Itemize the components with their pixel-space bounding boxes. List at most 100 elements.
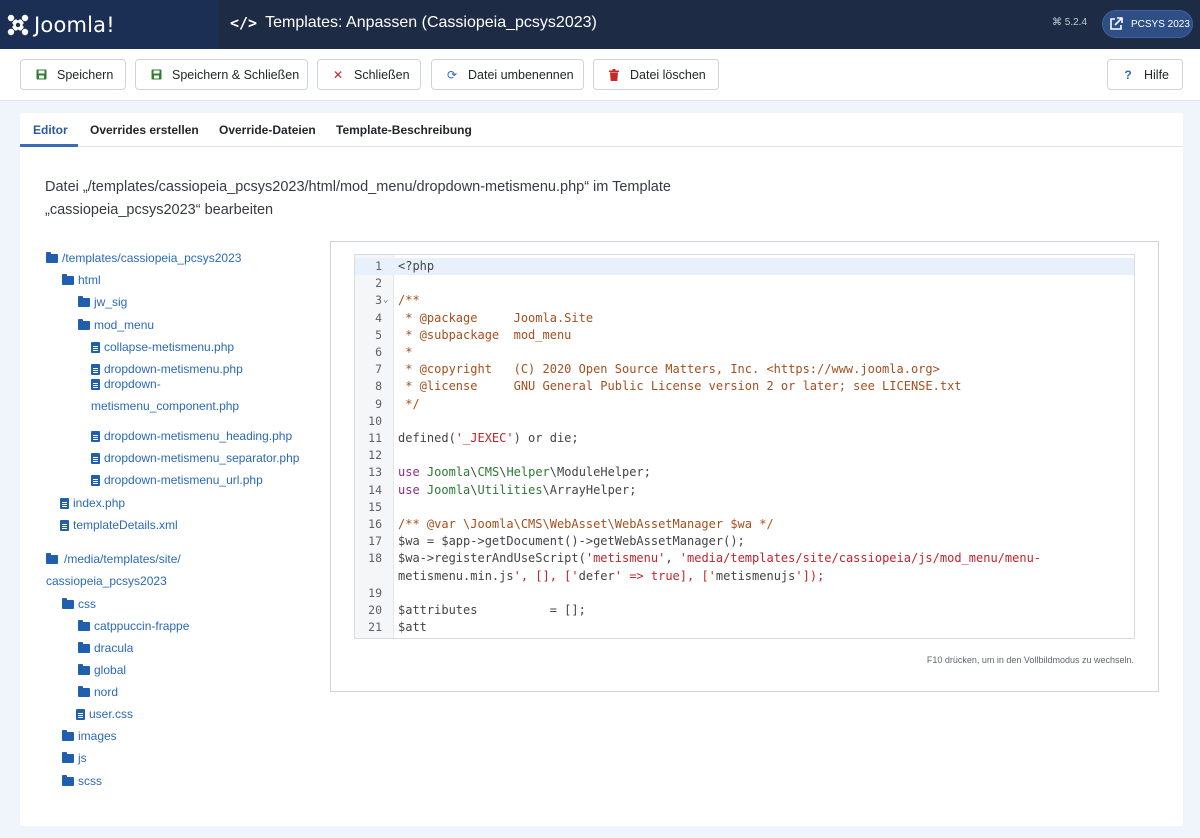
code-line[interactable]: 14 use Joomla\Utilities\ArrayHelper; [355, 482, 1134, 499]
tree-file[interactable]: dropdown- metismenu_component.php [91, 373, 239, 417]
line-number: 6 [375, 345, 382, 359]
rename-file-button[interactable]: ⟳ Datei umbenennen [431, 59, 584, 90]
close-icon: ✕ [332, 67, 344, 82]
code-text: use Joomla\Utilities\ArrayHelper; [398, 482, 637, 497]
code-line[interactable]: 13 use Joomla\CMS\Helper\ModuleHelper; [355, 464, 1134, 481]
code-line[interactable]: 4 * @package Joomla.Site [355, 310, 1134, 327]
joomla-logo[interactable]: Joomla! [0, 0, 218, 49]
tab-overrides-create[interactable]: Overrides erstellen [90, 123, 199, 137]
toolbar: Speichern Speichern & Schließen ✕ Schlie… [0, 49, 1200, 101]
tree-folder[interactable]: images [62, 729, 117, 743]
code-line[interactable]: 6 * [355, 344, 1134, 361]
code-text: $att [398, 620, 427, 635]
line-number: 19 [368, 585, 382, 600]
line-number: 18 [368, 551, 382, 566]
site-link-button[interactable]: PCSYS 2023 [1102, 10, 1193, 38]
tree-file[interactable]: dropdown-metismenu_separator.php [91, 451, 299, 465]
code-text: * @license GNU General Public License ve… [398, 379, 962, 394]
question-icon: ? [1124, 67, 1132, 82]
editor-container: 1 <?php 2 3 ⌄/** 4 * @package Joomla.Site 5 * … [330, 241, 1159, 692]
tree-label: index.php [73, 496, 126, 510]
tree-folder[interactable]: jw_sig [78, 295, 127, 309]
tree-folder[interactable]: html [62, 273, 101, 287]
file-icon [60, 519, 69, 531]
tree-folder[interactable]: /media/templates/site/ cassiopeia_pcsys2… [46, 548, 181, 592]
code-line[interactable]: 16 /** @var \Joomla\CMS\WebAsset\WebAsset… [355, 516, 1134, 533]
tree-label: html [78, 273, 101, 287]
folder-icon [62, 729, 74, 741]
save-label: Speichern [57, 67, 114, 82]
tree-file[interactable]: index.php [60, 496, 125, 510]
code-line[interactable]: 9 */ [355, 396, 1134, 413]
trash-icon [608, 68, 620, 81]
close-label: Schließen [354, 67, 410, 82]
code-line[interactable]: 18 $wa->registerAndUseScript('metismenu',… [355, 550, 1134, 567]
code-editor[interactable]: 1 <?php 2 3 ⌄/** 4 * @package Joomla.Site 5 * … [354, 254, 1135, 639]
joomla-logo-icon [7, 14, 29, 35]
tree-file[interactable]: dropdown-metismenu_heading.php [91, 429, 292, 443]
tree-folder[interactable]: nord [78, 685, 118, 699]
page-title: </> Templates: Anpassen (Cassiopeia_pcsy… [230, 14, 597, 32]
fold-chevron-icon[interactable]: ⌄ [383, 292, 388, 309]
code-line[interactable]: 8 * @license GNU General Public License … [355, 378, 1134, 395]
tree-folder[interactable]: js [62, 751, 87, 765]
code-line[interactable]: 21 $att [355, 619, 1134, 636]
code-line[interactable]: 15 [355, 499, 1134, 516]
code-line[interactable]: 7 * @copyright (C) 2020 Open Source Matt… [355, 361, 1134, 378]
code-line[interactable]: ributes['class'] = 'mod-menu mod-menu_dr… [355, 636, 1134, 638]
tab-editor[interactable]: Editor [33, 123, 68, 137]
help-button[interactable]: ? Hilfe [1107, 59, 1183, 90]
line-number: 11 [368, 431, 382, 445]
save-button[interactable]: Speichern [20, 59, 126, 90]
code-line[interactable]: 11 defined('_JEXEC') or die; [355, 430, 1134, 447]
save-close-button[interactable]: Speichern & Schließen [135, 59, 308, 90]
file-icon [91, 452, 100, 464]
line-number: 21 [368, 620, 382, 635]
code-line[interactable]: 12 [355, 447, 1134, 464]
floppy-disk-icon [35, 69, 47, 80]
code-line[interactable]: 20 $attributes = []; [355, 602, 1134, 619]
folder-icon [78, 295, 90, 307]
tree-label: scss [78, 774, 102, 788]
folder-icon [62, 751, 74, 763]
tab-override-files[interactable]: Override-Dateien [219, 123, 316, 137]
tree-file[interactable]: dropdown-metismenu_url.php [91, 473, 263, 487]
tree-folder[interactable]: dracula [78, 641, 133, 655]
folder-icon [46, 251, 58, 263]
tree-label: collapse-metismenu.php [104, 340, 235, 354]
tree-folder[interactable]: css [62, 597, 96, 611]
line-number: 1 [375, 259, 382, 273]
line-number: 12 [368, 448, 382, 463]
file-icon [76, 708, 85, 720]
code-line[interactable]: 5 * @subpackage mod_menu [355, 327, 1134, 344]
tree-folder[interactable]: scss [62, 774, 102, 788]
tree-folder[interactable]: mod_menu [78, 318, 154, 332]
code-line[interactable]: 1 <?php [355, 258, 1134, 276]
site-link-label: PCSYS 2023 [1131, 18, 1190, 30]
code-line[interactable]: 2 [355, 275, 1134, 292]
code-text: $wa = $app->getDocument()->getWebAssetMa… [398, 534, 745, 549]
code-line[interactable]: 3 ⌄ /** [355, 292, 1134, 309]
tree-folder[interactable]: /templates/cassiopeia_pcsys2023 [46, 251, 241, 265]
tree-label: dropdown-metismenu_heading.php [104, 429, 293, 443]
tree-file[interactable]: templateDetails.xml [60, 518, 178, 532]
tree-label: dracula [94, 641, 134, 655]
code-text: use Joomla\CMS\Helper\ModuleHelper; [398, 465, 651, 480]
code-line[interactable]: 19 [355, 585, 1134, 602]
tree-file[interactable]: collapse-metismenu.php [91, 340, 234, 354]
delete-file-button[interactable]: Datei löschen [593, 59, 719, 90]
tree-label-continued: cassiopeia_pcsys2023 [46, 574, 167, 588]
code-line[interactable]: metismenu.min.js', [], ['defer' => true]… [355, 568, 1134, 585]
code-line[interactable]: 17 $wa = $app->getDocument()->getWebAsset… [355, 533, 1134, 550]
tree-label: images [78, 729, 117, 743]
tree-label: templateDetails.xml [73, 518, 178, 532]
tab-template-description[interactable]: Template-Beschreibung [336, 123, 472, 137]
close-button[interactable]: ✕ Schließen [317, 59, 421, 90]
fullscreen-hint: F10 drücken, um in den Vollbildmodus zu … [926, 655, 1134, 665]
tree-folder[interactable]: catppuccin-frappe [78, 619, 189, 633]
code-line[interactable]: 10 [355, 413, 1134, 430]
code-text: ributes['class'] = 'mod-menu mod-menu_dr… [398, 636, 1055, 638]
tree-folder[interactable]: global [78, 663, 126, 677]
code-text: $attributes = []; [398, 603, 586, 617]
tree-file[interactable]: user.css [76, 707, 133, 721]
